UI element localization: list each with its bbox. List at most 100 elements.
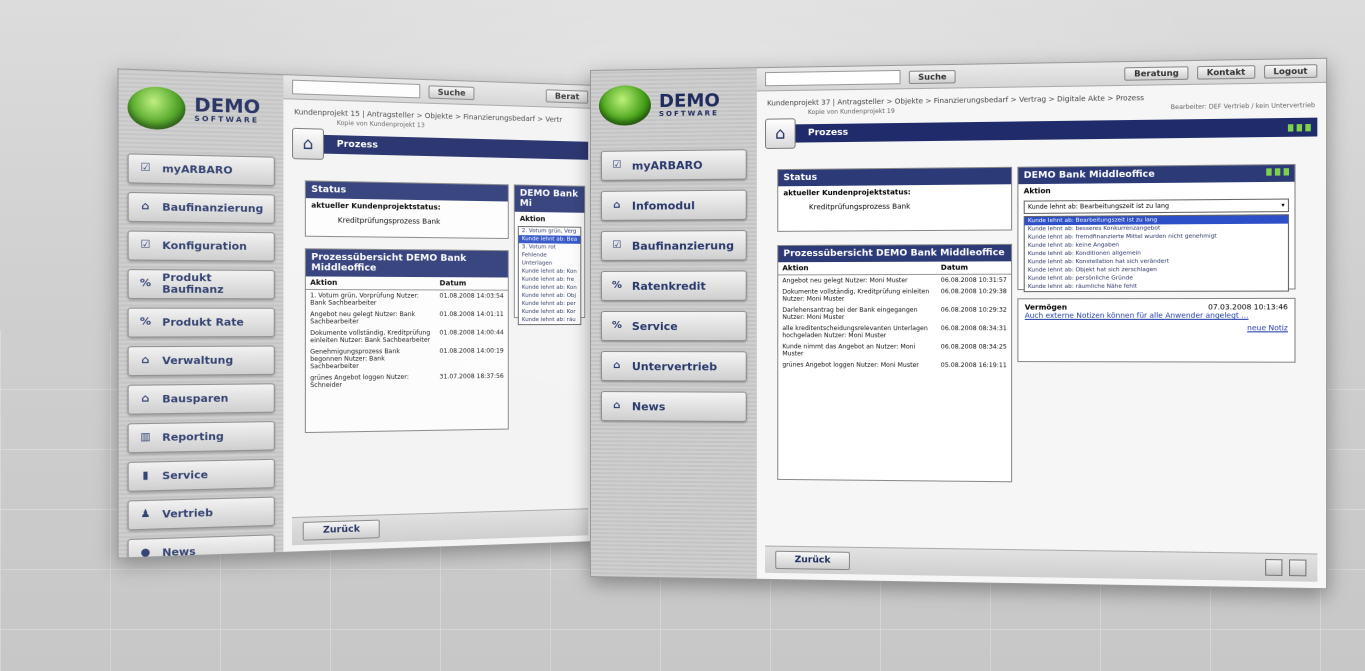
logo-text: DEMO (658, 89, 720, 112)
overview-table: Aktion Datum Angebot neu gelegt Nutzer: … (778, 261, 1012, 371)
nav-icon: ⌂ (141, 393, 150, 405)
nav-icon: % (139, 277, 152, 290)
action-select-options[interactable]: Kunde lehnt ab: Bearbeitungszeit ist zu … (1023, 214, 1290, 293)
search-button[interactable]: Suche (428, 84, 475, 100)
side-panel-list[interactable]: 2. Votum grün, Verg Kunde lehnt ab: Bea 3.… (517, 225, 582, 326)
list-item[interactable]: Kunde lehnt ab: Obj (519, 292, 581, 300)
table-row: Kunde nimmt das Angebot an Nutzer: Moni … (778, 341, 1011, 360)
sidebar-item-verwaltung[interactable]: ⌂ Verwaltung (127, 345, 275, 377)
sidebar-item-myarbaro[interactable]: ☑ myARBARO (600, 149, 747, 181)
action-select-value: Kunde lehnt ab: Bearbeitungszeit ist zu … (1027, 202, 1170, 211)
info-icon[interactable] (1287, 123, 1294, 132)
list-item[interactable]: Kunde lehnt ab: per (519, 300, 581, 308)
status-panel: Status aktueller Kundenprojektstatus: Kr… (304, 180, 509, 240)
logo-subtext: SOFTWARE (658, 108, 719, 118)
sidebar-item-produkt-rate[interactable]: % Produkt Rate (127, 307, 275, 338)
front-sidebar: DEMO SOFTWARE ☑ myARBARO ⌂ Infomodul ☑ Baufin… (590, 68, 758, 579)
process-title-bar: Prozess (323, 134, 589, 160)
list-item[interactable]: Kunde lehnt ab: Kon (519, 284, 581, 292)
overview-table: Aktion Datum 1. Votum grün, Vorprüfung N… (305, 276, 508, 391)
overview-panel: Prozessübersicht DEMO Bank Middleoffice … (777, 243, 1013, 483)
table-row: Angebot neu gelegt Nutzer: Bank Sachbear… (306, 309, 508, 328)
row-date: 05.08.2008 16:19:11 (940, 361, 1007, 370)
sidebar-item-service[interactable]: ▮ Service (127, 458, 275, 492)
sidebar-item-label: Konfiguration (162, 239, 247, 253)
info-icon[interactable] (1266, 168, 1272, 176)
table-row: Angebot neu gelegt Nutzer: Moni Muster 06… (778, 274, 1011, 286)
sidebar-item-produkt-baufinanz[interactable]: % Produkt Baufinanz (127, 269, 275, 300)
list-item[interactable]: 3. Votum rot Fehlende Unterlagen (519, 243, 581, 268)
process-title-bar: Prozess (795, 117, 1318, 143)
sidebar-item-label: Reporting (162, 430, 224, 444)
list-item[interactable]: Kunde lehnt ab: fre (519, 276, 581, 284)
sidebar-item-label: Service (162, 469, 209, 482)
nav-icon: ♟ (140, 508, 151, 521)
logout-button[interactable]: Logout (1263, 63, 1318, 79)
sidebar-item-label: Vertrieb (162, 507, 213, 521)
search-input[interactable] (292, 79, 421, 99)
side-panel-col: Aktion (519, 214, 546, 224)
row-action: Genehmigungsprozess Bank begonnen Nutzer… (310, 348, 400, 371)
nav-icon: ☑ (612, 239, 622, 251)
sidebar-item-baufinanzierung[interactable]: ☑ Baufinanzierung (600, 230, 747, 261)
doc-icon[interactable] (1283, 168, 1290, 176)
table-row: Genehmigungsprozess Bank begonnen Nutzer… (306, 345, 508, 372)
back-window: DEMO SOFTWARE ☑ myARBARO ⌂ Baufinanzierung ☑… (117, 68, 598, 559)
sidebar-item-bausparen[interactable]: ⌂ Bausparen (127, 383, 275, 415)
status-panel: Status aktueller Kundenprojektstatus: Kr… (777, 166, 1013, 232)
new-note-link[interactable]: neue Notiz (1247, 324, 1288, 332)
process-title: Prozess (807, 127, 849, 139)
sidebar-item-untervertrieb[interactable]: ⌂ Untervertrieb (600, 351, 747, 382)
notes-panel: Vermögen 07.03.2008 10:13:46 Auch extern… (1017, 297, 1296, 363)
sidebar-item-ratenkredit[interactable]: % Ratenkredit (600, 270, 747, 301)
sidebar-item-service[interactable]: % Service (600, 310, 747, 342)
bank-side-panel: DEMO Bank Mi Aktion 2. Votum grün, Verg K… (513, 184, 586, 326)
action-select[interactable]: Kunde lehnt ab: Bearbeitungszeit ist zu … (1023, 198, 1290, 214)
print-icon[interactable] (1265, 559, 1283, 576)
sidebar-item-label: Service (631, 319, 678, 333)
table-row: alle kreditentscheidungsrelevanten Unter… (778, 323, 1011, 341)
doc-icon[interactable] (1305, 123, 1311, 131)
back-button[interactable]: Zurück (302, 519, 380, 541)
home-icon[interactable]: ⌂ (292, 127, 324, 160)
kontakt-button[interactable]: Kontakt (1197, 64, 1255, 80)
sidebar-item-news[interactable]: ⌂ News (600, 391, 747, 423)
search-input[interactable] (765, 69, 901, 87)
sidebar-item-myarbaro[interactable]: ☑ myARBARO (127, 153, 275, 187)
beratung-button[interactable]: Berat (546, 88, 589, 104)
status-value: Kreditprüfungsprozess Bank (337, 216, 441, 226)
status-value: Kreditprüfungsprozess Bank (808, 202, 911, 212)
sidebar-item-infomodul[interactable]: ⌂ Infomodul (600, 189, 747, 221)
search-button[interactable]: Suche (908, 69, 956, 84)
user-icon[interactable] (1296, 123, 1303, 131)
user-icon[interactable] (1274, 168, 1281, 176)
sidebar-item-reporting[interactable]: ▥ Reporting (127, 421, 275, 454)
table-row: Dokumente vollständig, Kreditprüfung ein… (306, 327, 508, 346)
row-action: 1. Votum grün, Vorprüfung Nutzer: Bank S… (310, 292, 419, 307)
side-panel-header: DEMO Bank Mi (514, 185, 585, 213)
beratung-button[interactable]: Beratung (1124, 65, 1189, 81)
list-item[interactable]: Kunde lehnt ab: räu (519, 316, 581, 324)
back-button[interactable]: Zurück (775, 550, 851, 571)
sidebar-item-konfiguration[interactable]: ☑ Konfiguration (127, 230, 275, 262)
nav-icon: % (611, 319, 622, 332)
col-action: Aktion (778, 261, 937, 275)
export-icon[interactable] (1289, 559, 1307, 577)
subnote-left: Kopie von Kundenprojekt 19 (807, 107, 895, 117)
chevron-down-icon[interactable]: ▾ (1281, 200, 1284, 212)
notes-link[interactable]: Auch externe Notizen können für alle Anw… (1025, 312, 1249, 320)
row-date: 06.08.2008 08:34:31 (940, 325, 1007, 333)
sidebar-item-label: Untervertrieb (631, 359, 718, 373)
sidebar-item-label: Produkt Rate (162, 316, 244, 329)
home-icon[interactable]: ⌂ (765, 118, 796, 150)
sidebar-item-baufinanzierung[interactable]: ⌂ Baufinanzierung (127, 191, 275, 224)
row-action: Angebot neu gelegt Nutzer: Moni Muster (782, 277, 908, 285)
col-date: Datum (936, 261, 1012, 275)
subnote-right: Bearbeiter: DEF Vertrieb / kein Unterver… (1170, 101, 1316, 112)
list-item[interactable]: Kunde lehnt ab: Kor (519, 308, 581, 316)
row-date: 06.08.2008 08:34:25 (940, 343, 1007, 351)
row-action: Kunde nimmt das Angebot an Nutzer: Moni … (782, 343, 916, 358)
sidebar-item-vertrieb[interactable]: ♟ Vertrieb (127, 496, 275, 531)
list-item[interactable]: Kunde lehnt ab: räumliche Nähe fehlt (1025, 282, 1288, 291)
nav-icon: ▥ (140, 431, 151, 444)
